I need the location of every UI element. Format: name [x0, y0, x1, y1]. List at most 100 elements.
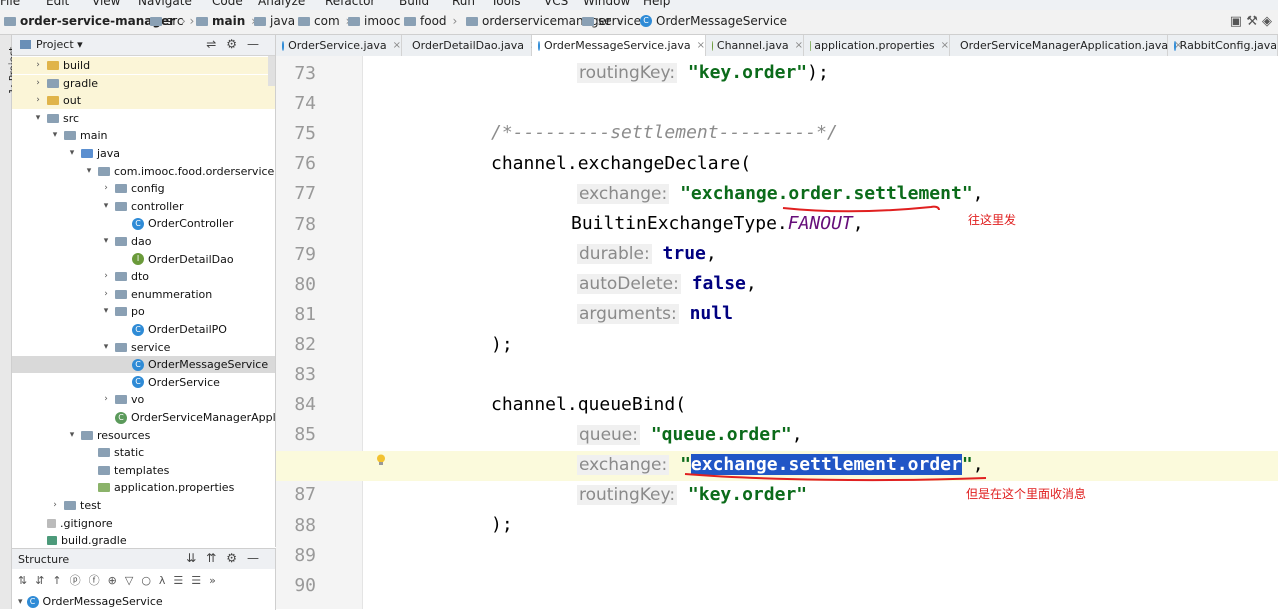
close-icon[interactable]: ×	[697, 35, 705, 56]
tab-4[interactable]: application.properties×	[804, 35, 950, 56]
tree-item[interactable]: ▾service	[12, 339, 275, 356]
code-line-75: /*---------settlement---------*/	[491, 122, 838, 143]
annotation-note-2: 但是在这个里面收消息	[966, 485, 1086, 502]
menu-item-5[interactable]: Analyze	[258, 0, 305, 8]
tree-item[interactable]: › build	[12, 57, 275, 74]
line-number: 85	[286, 424, 316, 445]
menu-item-1[interactable]: Edit	[46, 0, 69, 8]
chevron-right-icon[interactable]: ›	[33, 92, 43, 109]
chevron-right-icon[interactable]: ›	[101, 268, 111, 285]
tree-item[interactable]: COrderController	[12, 215, 275, 232]
chevron-down-icon[interactable]: ▾	[50, 127, 60, 144]
tree-item[interactable]: .gitignore	[12, 515, 275, 532]
tab-6[interactable]: RabbitConfig.java	[1168, 35, 1278, 56]
folder-icon	[81, 431, 93, 440]
line-number: 79	[286, 244, 316, 265]
breadcrumb-item-6[interactable]: food›	[404, 14, 457, 28]
tab-2[interactable]: OrderMessageService.java×	[532, 35, 706, 56]
tree-item[interactable]: ▾src	[12, 110, 275, 127]
menu-item-11[interactable]: Window	[583, 0, 630, 8]
breadcrumb-item-9[interactable]: COrderMessageService	[640, 14, 787, 28]
chevron-down-icon[interactable]: ▾	[67, 145, 77, 162]
tree-item[interactable]: ▾com.imooc.food.orderservicemanager	[12, 163, 275, 180]
tree-item[interactable]: COrderMessageService	[12, 356, 275, 373]
tree-item[interactable]: ▾dao	[12, 233, 275, 250]
tree-item-label: static	[114, 444, 144, 461]
tree-item[interactable]: static	[12, 444, 275, 461]
tree-item[interactable]: ›enummeration	[12, 286, 275, 303]
chevron-right-icon[interactable]: ›	[101, 286, 111, 303]
tree-item-label: OrderDetailPO	[148, 321, 227, 338]
menu-item-12[interactable]: Help	[643, 0, 670, 8]
toolbar-icons[interactable]: ▣ ⚒ ◈	[1230, 14, 1272, 29]
chevron-right-icon[interactable]: ›	[50, 497, 60, 514]
menu-item-2[interactable]: View	[92, 0, 120, 8]
tree-item[interactable]: ▾controller	[12, 198, 275, 215]
tree-item[interactable]: ▾resources	[12, 427, 275, 444]
tree-item[interactable]: ›config	[12, 180, 275, 197]
breadcrumb-item-4[interactable]: com›	[298, 14, 350, 28]
chevron-down-icon[interactable]: ▾	[101, 303, 111, 320]
menu-item-0[interactable]: File	[0, 0, 20, 8]
tree-item-label: out	[63, 92, 81, 109]
tree-item[interactable]: COrderServiceManagerApplication	[12, 409, 275, 426]
tree-item[interactable]: application.properties	[12, 479, 275, 496]
folder-icon	[466, 17, 478, 26]
structure-root[interactable]: ▾ C OrderMessageService	[18, 595, 163, 608]
menu-item-3[interactable]: Navigate	[138, 0, 192, 8]
tab-5[interactable]: OrderServiceManagerApplication.java×	[950, 35, 1168, 56]
structure-tools[interactable]: ⇊⇈⚙—	[186, 551, 269, 565]
project-panel-tools[interactable]: ⇌⚙—	[206, 37, 269, 51]
tree-item[interactable]: ›gradle	[12, 75, 275, 92]
tree-item[interactable]: ▾main	[12, 127, 275, 144]
chevron-down-icon[interactable]: ▾	[67, 427, 77, 444]
tab-0[interactable]: OrderService.java×	[276, 35, 402, 56]
tree-item-label: po	[131, 303, 145, 320]
breadcrumb-item-5[interactable]: imooc›	[348, 14, 411, 28]
menu-item-4[interactable]: Code	[212, 0, 243, 8]
chevron-down-icon[interactable]: ▾	[84, 163, 94, 180]
chevron-right-icon[interactable]: ›	[33, 75, 43, 92]
tab-1[interactable]: OrderDetailDao.java×	[402, 35, 532, 56]
chevron-right-icon[interactable]: ›	[33, 57, 43, 74]
folder-icon	[115, 237, 127, 246]
tree-item[interactable]: build.gradle	[12, 532, 275, 547]
tab-3[interactable]: Channel.java×	[706, 35, 804, 56]
annotation-note-1: 往这里发	[968, 211, 1016, 228]
breadcrumb-item-1[interactable]: src›	[150, 14, 194, 28]
menu-item-8[interactable]: Run	[452, 0, 475, 8]
tree-item[interactable]: ›vo	[12, 391, 275, 408]
close-icon[interactable]: ×	[941, 35, 949, 56]
tree-item[interactable]: ›dto	[12, 268, 275, 285]
lightbulb-icon[interactable]	[376, 454, 386, 466]
tree-item[interactable]: ›test	[12, 497, 275, 514]
chevron-down-icon[interactable]: ▾	[101, 198, 111, 215]
chevron-right-icon[interactable]: ›	[101, 391, 111, 408]
project-panel-title[interactable]: Project ▾	[36, 38, 83, 51]
tree-item[interactable]: IOrderDetailDao	[12, 251, 275, 268]
tree-item[interactable]: ▾ po	[12, 303, 275, 320]
tree-item-label: build	[63, 57, 90, 74]
chevron-down-icon[interactable]: ▾	[101, 233, 111, 250]
chevron-down-icon[interactable]: ▾	[33, 110, 43, 127]
breadcrumb-item-2[interactable]: main›	[196, 14, 256, 28]
tree-item[interactable]: templates	[12, 462, 275, 479]
code-editor[interactable]: 737475767778798081828384858687888990 rou…	[276, 56, 1278, 609]
menu-item-7[interactable]: Build	[399, 0, 429, 8]
structure-toolbar[interactable]: ⇅⇵↑ⓟⓕ⊕▽○λ☰☰»	[18, 572, 224, 588]
folder-icon	[348, 17, 360, 26]
code-line-88: );	[491, 514, 513, 535]
close-icon[interactable]: ×	[393, 35, 401, 56]
menu-item-9[interactable]: Tools	[491, 0, 521, 8]
line-number: 83	[286, 364, 316, 385]
tree-item[interactable]: › out	[12, 92, 275, 109]
tree-item[interactable]: COrderDetailPO	[12, 321, 275, 338]
scrollbar[interactable]	[268, 56, 275, 86]
tree-item[interactable]: ▾java	[12, 145, 275, 162]
menu-item-6[interactable]: Refactor	[325, 0, 375, 8]
chevron-right-icon[interactable]: ›	[101, 180, 111, 197]
close-icon[interactable]: ×	[795, 35, 803, 56]
chevron-down-icon[interactable]: ▾	[101, 339, 111, 356]
menu-item-10[interactable]: VCS	[544, 0, 568, 8]
tree-item[interactable]: COrderService	[12, 374, 275, 391]
